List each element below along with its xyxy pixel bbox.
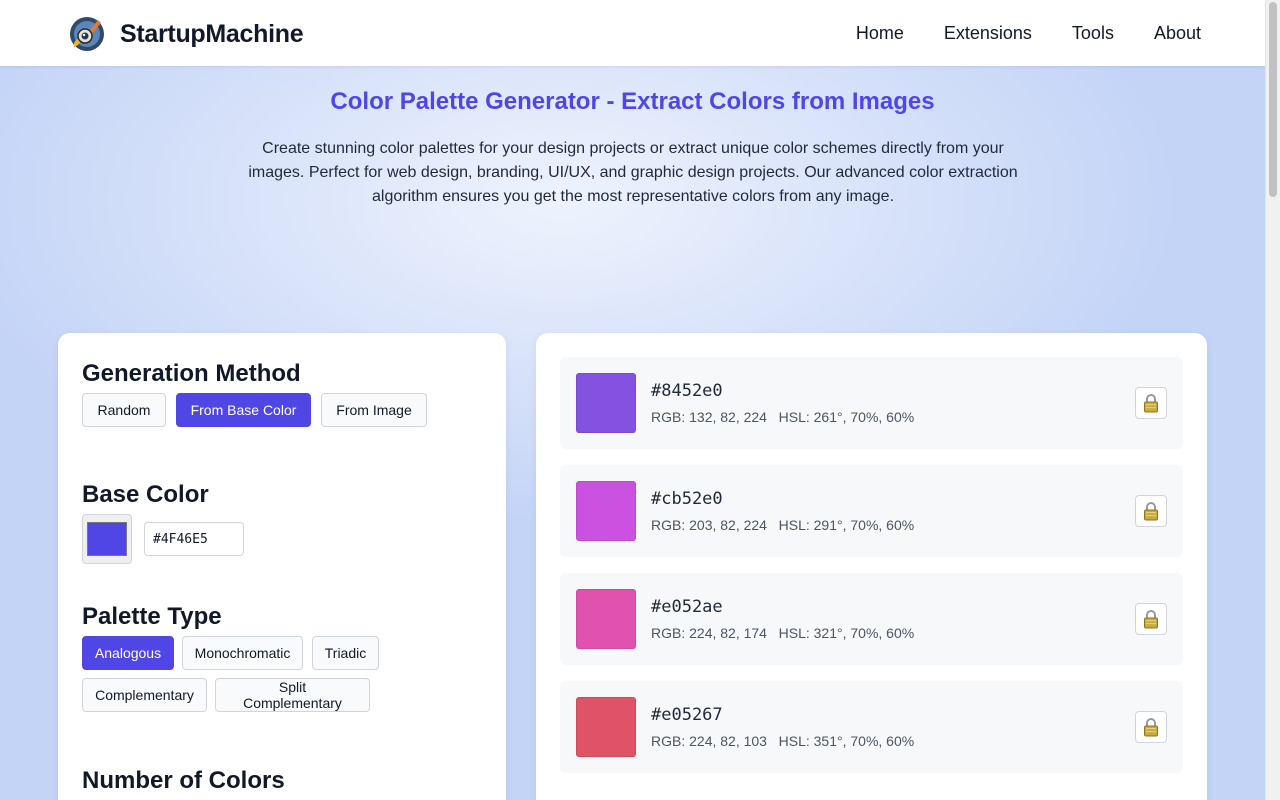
type-monochromatic-button[interactable]: Monochromatic (182, 636, 303, 670)
base-color-swatch (87, 522, 127, 556)
lock-color-button[interactable] (1135, 495, 1167, 527)
method-random-button[interactable]: Random (82, 393, 166, 427)
lock-icon (1144, 502, 1158, 521)
color-hex-value[interactable]: #e05267 (651, 705, 723, 725)
nav-about[interactable]: About (1154, 23, 1201, 44)
scrollbar-thumb[interactable] (1269, 2, 1277, 197)
brand[interactable]: StartupMachine (68, 15, 304, 53)
palette-panel: #8452e0 RGB: 132, 82, 224 HSL: 261°, 70%,… (536, 333, 1207, 800)
color-swatch[interactable] (576, 589, 636, 649)
palette-color-row[interactable]: #e052ae RGB: 224, 82, 174 HSL: 321°, 70%,… (560, 573, 1183, 665)
brand-name: StartupMachine (120, 19, 304, 48)
lock-color-button[interactable] (1135, 603, 1167, 635)
type-triadic-button[interactable]: Triadic (312, 636, 379, 670)
rocket-logo-icon (70, 17, 104, 51)
controls-panel: Generation Method Random From Base Color… (58, 333, 506, 800)
palette-color-row[interactable]: #cb52e0 RGB: 203, 82, 224 HSL: 291°, 70%,… (560, 465, 1183, 557)
type-analogous-button[interactable]: Analogous (82, 636, 174, 670)
method-base-color-button[interactable]: From Base Color (176, 393, 311, 427)
generation-method-title: Generation Method (82, 360, 301, 387)
lock-icon (1144, 718, 1158, 737)
color-swatch[interactable] (576, 481, 636, 541)
color-hex-value[interactable]: #8452e0 (651, 381, 723, 401)
type-complementary-button[interactable]: Complementary (82, 678, 207, 712)
color-swatch[interactable] (576, 373, 636, 433)
top-navbar: StartupMachine Home Extensions Tools Abo… (0, 0, 1265, 66)
color-rgb-hsl-info: RGB: 203, 82, 224 HSL: 291°, 70%, 60% (651, 517, 915, 533)
color-hex-value[interactable]: #e052ae (651, 597, 723, 617)
palette-color-row[interactable]: #8452e0 RGB: 132, 82, 224 HSL: 261°, 70%,… (560, 357, 1183, 449)
lock-color-button[interactable] (1135, 387, 1167, 419)
nav-home[interactable]: Home (856, 23, 904, 44)
color-rgb-hsl-info: RGB: 132, 82, 224 HSL: 261°, 70%, 60% (651, 409, 915, 425)
lock-color-button[interactable] (1135, 711, 1167, 743)
page-scrollbar[interactable] (1265, 0, 1280, 800)
palette-type-title: Palette Type (82, 603, 222, 630)
number-of-colors-title: Number of Colors (82, 767, 285, 794)
method-image-button[interactable]: From Image (321, 393, 427, 427)
palette-color-row[interactable]: #e05267 RGB: 224, 82, 103 HSL: 351°, 70%,… (560, 681, 1183, 773)
color-rgb-hsl-info: RGB: 224, 82, 103 HSL: 351°, 70%, 60% (651, 733, 915, 749)
base-color-hex-input[interactable] (144, 522, 244, 556)
lock-icon (1144, 394, 1158, 413)
color-swatch[interactable] (576, 697, 636, 757)
color-hex-value[interactable]: #cb52e0 (651, 489, 723, 509)
base-color-picker[interactable] (82, 514, 132, 564)
lock-icon (1144, 610, 1158, 629)
main-nav: Home Extensions Tools About (816, 0, 1201, 66)
color-rgb-hsl-info: RGB: 224, 82, 174 HSL: 321°, 70%, 60% (651, 625, 915, 641)
page-description: Create stunning color palettes for your … (248, 140, 1018, 205)
nav-extensions[interactable]: Extensions (944, 23, 1032, 44)
base-color-title: Base Color (82, 481, 209, 508)
type-split-complementary-button[interactable]: Split Complementary (215, 678, 370, 712)
nav-tools[interactable]: Tools (1072, 23, 1114, 44)
page-title: Color Palette Generator - Extract Colors… (330, 88, 935, 115)
